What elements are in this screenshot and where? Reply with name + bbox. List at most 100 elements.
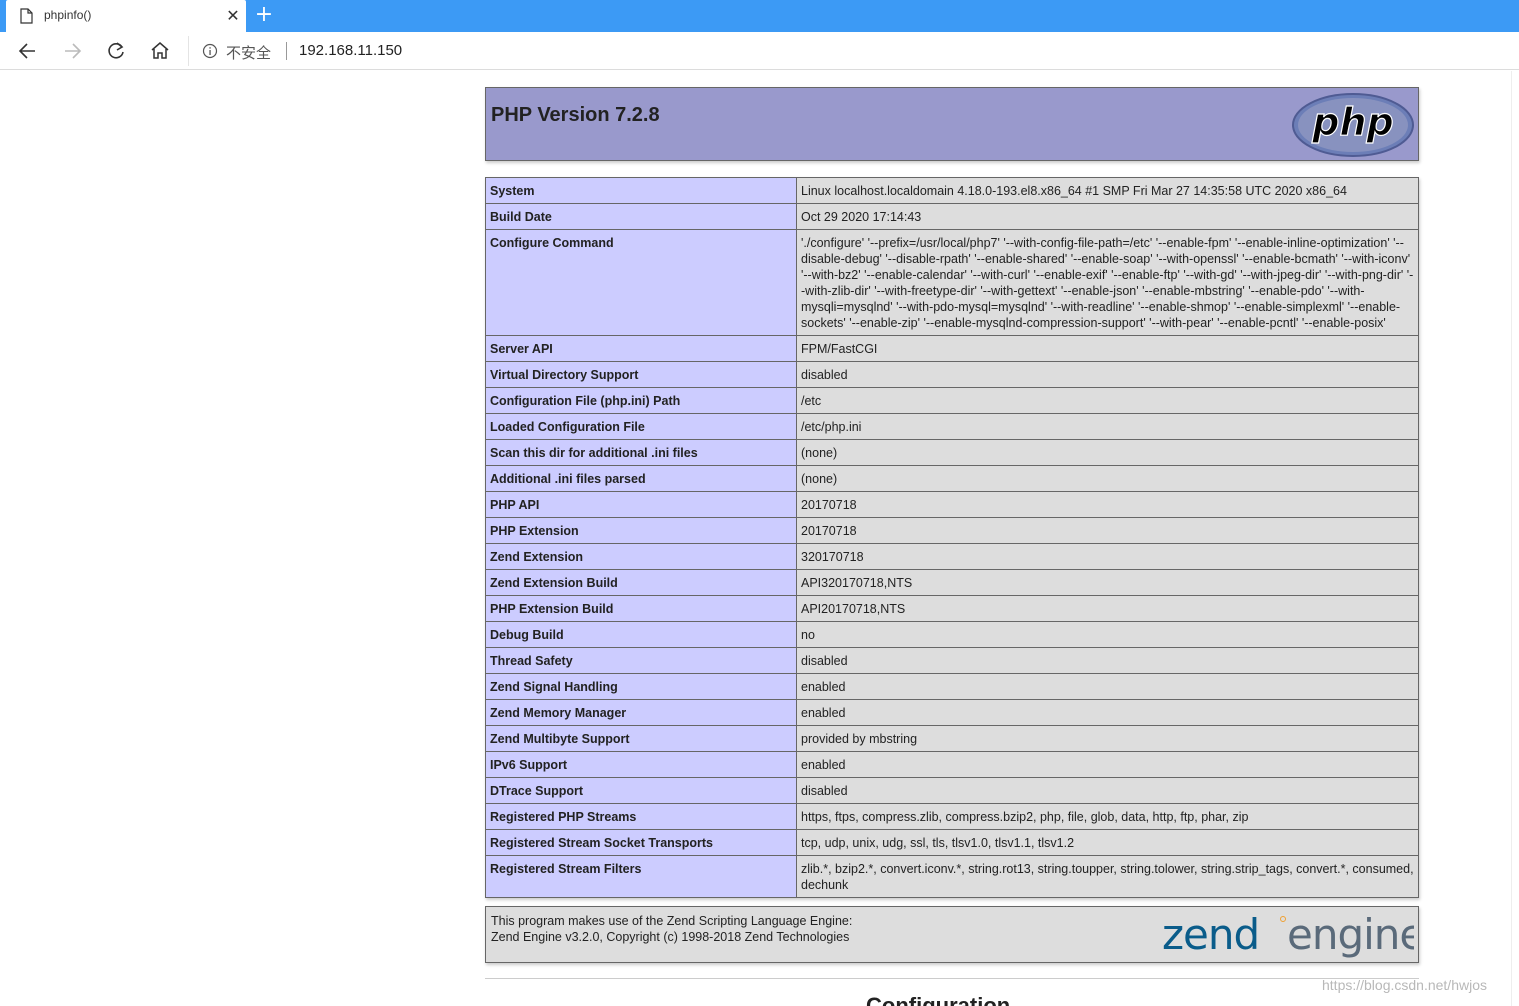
row-value: Oct 29 2020 17:14:43 <box>796 203 1419 230</box>
row-key: Scan this dir for additional .ini files <box>485 439 797 466</box>
table-row: Configure Command './configure' '--prefix… <box>485 229 1419 336</box>
row-value: 320170718 <box>796 543 1419 570</box>
row-value: (none) <box>796 439 1419 466</box>
table-row: Debug Build no <box>485 621 1419 648</box>
row-key: IPv6 Support <box>485 751 797 778</box>
table-row: PHP Extension 20170718 <box>485 517 1419 544</box>
row-key: PHP Extension <box>485 517 797 544</box>
row-key: Registered Stream Socket Transports <box>485 829 797 856</box>
row-key: Registered PHP Streams <box>485 803 797 830</box>
row-value: zlib.*, bzip2.*, convert.iconv.*, string… <box>796 855 1419 898</box>
close-icon[interactable]: ✕ <box>224 6 242 26</box>
zend-logo-word-zend: zend <box>1162 911 1259 959</box>
row-key: Configuration File (php.ini) Path <box>485 387 797 414</box>
table-row: Thread Safety disabled <box>485 647 1419 674</box>
row-key: Zend Extension <box>485 543 797 570</box>
row-key: Additional .ini files parsed <box>485 465 797 492</box>
table-row: Zend Extension Build API320170718,NTS <box>485 569 1419 596</box>
address-divider <box>286 42 287 60</box>
row-value: disabled <box>796 777 1419 804</box>
security-label[interactable]: 不安全 <box>226 42 271 63</box>
table-row: DTrace Support disabled <box>485 777 1419 804</box>
row-key: Zend Memory Manager <box>485 699 797 726</box>
row-value: enabled <box>796 699 1419 726</box>
table-row: PHP Extension Build API20170718,NTS <box>485 595 1419 622</box>
url-field[interactable]: 192.168.11.150 <box>299 42 402 59</box>
row-value: API320170718,NTS <box>796 569 1419 596</box>
row-value: tcp, udp, unix, udg, ssl, tls, tlsv1.0, … <box>796 829 1419 856</box>
table-row: IPv6 Support enabled <box>485 751 1419 778</box>
table-row: Configuration File (php.ini) Path/etc <box>485 387 1419 414</box>
table-row: Registered Stream Filters zlib.*, bzip2.*… <box>485 855 1419 898</box>
table-row: PHP API 20170718 <box>485 491 1419 518</box>
table-row: Registered PHP Streams https, ftps, compr… <box>485 803 1419 830</box>
zend-line-1: This program makes use of the Zend Scrip… <box>491 914 853 928</box>
home-button[interactable] <box>147 38 173 64</box>
table-row: Additional .ini files parsed (none) <box>485 465 1419 492</box>
table-row: Server API FPM/FastCGI <box>485 335 1419 362</box>
table-row: Registered Stream Socket Transports tcp, … <box>485 829 1419 856</box>
zend-logo-word-engine: engine <box>1287 911 1414 959</box>
zend-engine-box: This program makes use of the Zend Scrip… <box>485 906 1419 963</box>
row-value: https, ftps, compress.zlib, compress.bzi… <box>796 803 1419 830</box>
row-key: Zend Multibyte Support <box>485 725 797 752</box>
row-key: Zend Extension Build <box>485 569 797 596</box>
scrollbar[interactable] <box>1511 71 1519 1006</box>
row-value: enabled <box>796 751 1419 778</box>
tab-title: phpinfo() <box>44 8 92 22</box>
table-row: Zend Signal Handling enabled <box>485 673 1419 700</box>
row-value: 20170718 <box>796 517 1419 544</box>
page-content: PHP Version 7.2.8 php System Linux localh… <box>0 71 1519 1006</box>
row-value: disabled <box>796 361 1419 388</box>
table-row: Build Date Oct 29 2020 17:14:43 <box>485 203 1419 230</box>
forward-button[interactable] <box>59 38 85 64</box>
php-logo: php <box>1292 93 1414 157</box>
info-icon[interactable] <box>202 43 218 59</box>
reload-icon <box>108 42 124 59</box>
reload-button[interactable] <box>103 38 129 64</box>
table-row: Zend Memory Manager enabled <box>485 699 1419 726</box>
zend-line-2: Zend Engine v3.2.0, Copyright (c) 1998-2… <box>491 930 850 944</box>
table-row: Loaded Configuration File/etc/php.ini <box>485 413 1419 440</box>
row-value: 20170718 <box>796 491 1419 518</box>
row-key: Registered Stream Filters <box>485 855 797 898</box>
row-key: Configure Command <box>485 229 797 336</box>
row-key: DTrace Support <box>485 777 797 804</box>
row-value: disabled <box>796 647 1419 674</box>
row-key: PHP API <box>485 491 797 518</box>
php-info-table: System Linux localhost.localdomain 4.18.0… <box>485 177 1419 898</box>
table-row: Zend Multibyte Support provided by mbstri… <box>485 725 1419 752</box>
table-row: Scan this dir for additional .ini files(… <box>485 439 1419 466</box>
new-tab-button[interactable]: + <box>252 2 276 30</box>
row-value: /etc/php.ini <box>796 413 1419 440</box>
row-value: no <box>796 621 1419 648</box>
row-value: enabled <box>796 673 1419 700</box>
configuration-heading: Configuration <box>866 993 1011 1006</box>
page-icon <box>20 8 33 24</box>
row-key: Server API <box>485 335 797 362</box>
forward-arrow-icon <box>65 43 82 59</box>
row-value: (none) <box>796 465 1419 492</box>
row-key: Loaded Configuration File <box>485 413 797 440</box>
row-value: FPM/FastCGI <box>796 335 1419 362</box>
row-value: /etc <box>796 387 1419 414</box>
row-key: Virtual Directory Support <box>485 361 797 388</box>
row-value: API20170718,NTS <box>796 595 1419 622</box>
row-value: provided by mbstring <box>796 725 1419 752</box>
row-key: Zend Signal Handling <box>485 673 797 700</box>
svg-text:php: php <box>1311 100 1393 144</box>
table-row: Zend Extension 320170718 <box>485 543 1419 570</box>
row-key: System <box>485 177 797 204</box>
section-divider <box>485 978 1419 979</box>
php-version-title: PHP Version 7.2.8 <box>491 104 660 126</box>
row-key: Build Date <box>485 203 797 230</box>
back-button[interactable] <box>15 38 41 64</box>
browser-tab[interactable]: phpinfo() ✕ <box>6 0 246 32</box>
table-row: Virtual Directory Support disabled <box>485 361 1419 388</box>
row-key: Thread Safety <box>485 647 797 674</box>
tab-bar: phpinfo() ✕ + <box>0 0 1519 32</box>
address-bar[interactable]: 不安全 192.168.11.150 <box>188 36 1519 66</box>
zend-info-text: This program makes use of the Zend Scrip… <box>491 913 852 945</box>
table-row: System Linux localhost.localdomain 4.18.0… <box>485 177 1419 204</box>
row-key: Debug Build <box>485 621 797 648</box>
